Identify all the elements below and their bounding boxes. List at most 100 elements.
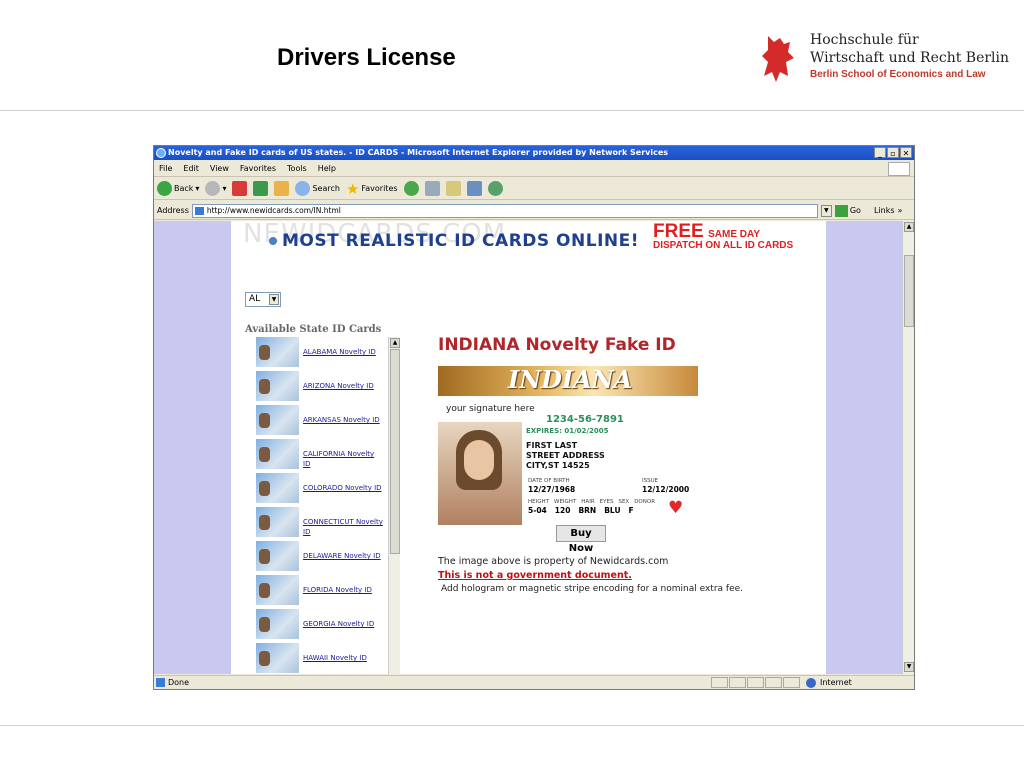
menu-view[interactable]: View: [210, 161, 229, 176]
forward-button[interactable]: ▾: [205, 180, 226, 198]
home-button[interactable]: [274, 180, 290, 198]
state-list-scrollbar[interactable]: ▲: [388, 337, 400, 674]
university-logo: Hochschule für Wirtschaft und Recht Berl…: [760, 30, 1009, 90]
mail-button[interactable]: [424, 180, 440, 198]
stop-icon: [232, 181, 248, 196]
address-input[interactable]: http://www.newidcards.com/IN.html: [191, 203, 818, 218]
card-header: INDIANA: [438, 365, 698, 396]
history-icon: [403, 181, 419, 196]
hologram-note: Add hologram or magnetic stripe encoding…: [441, 584, 744, 594]
list-item[interactable]: GEORGIA Novelty ID: [253, 609, 388, 643]
stat-values: 5-04 120 BRN BLU F: [528, 506, 634, 515]
back-arrow-icon: [157, 181, 172, 196]
dob-value: 12/27/1968: [528, 485, 576, 494]
address-dropdown-icon[interactable]: ▼: [820, 204, 832, 217]
list-item[interactable]: FLORIDA Novelty ID: [253, 575, 388, 609]
buy-now-button[interactable]: Buy Now: [556, 525, 606, 554]
windows-logo-icon: [888, 162, 910, 176]
card-thumbnail: [256, 575, 299, 605]
berlin-bear-icon: [762, 36, 794, 82]
print-icon: [445, 181, 461, 196]
logo-line-3: Berlin School of Economics and Law: [810, 69, 986, 80]
window-title: Novelty and Fake ID cards of US states. …: [168, 148, 669, 157]
menu-favorites[interactable]: Favorites: [240, 161, 276, 176]
id-card-image: INDIANA your signature here 1234-56-7891…: [438, 365, 698, 526]
property-note: The image above is property of Newidcard…: [438, 556, 669, 567]
scroll-up-icon[interactable]: ▲: [904, 222, 914, 232]
card-thumbnail: [256, 507, 299, 537]
scroll-down-icon[interactable]: ▼: [904, 662, 914, 672]
list-item[interactable]: ARKANSAS Novelty ID: [253, 405, 388, 439]
card-thumbnail: [256, 371, 299, 401]
toolbar: Back ▾ ▾ Search ★ Favorites: [154, 178, 914, 200]
security-zone: Internet: [804, 676, 852, 690]
page-icon: [156, 678, 165, 687]
forward-arrow-icon: [205, 181, 221, 196]
card-expires: EXPIRES: 01/02/2005: [526, 427, 609, 435]
refresh-button[interactable]: [253, 180, 269, 198]
chevron-down-icon: ▼: [269, 294, 279, 305]
card-body: your signature here 1234-56-7891 EXPIRES…: [438, 396, 698, 526]
chevron-right-icon[interactable]: »: [898, 206, 903, 215]
list-item[interactable]: ALABAMA Novelty ID: [253, 337, 388, 371]
card-photo: [438, 422, 522, 525]
issue-label: ISSUE: [642, 478, 659, 484]
go-button[interactable]: Go: [834, 204, 861, 217]
menu-tools[interactable]: Tools: [287, 161, 307, 176]
menu-edit[interactable]: Edit: [183, 161, 199, 176]
minimize-button[interactable]: _: [874, 147, 886, 158]
page-scrollbar[interactable]: ▲ ▼: [902, 221, 914, 674]
card-thumbnail: [256, 541, 299, 571]
refresh-icon: [253, 181, 269, 196]
print-button[interactable]: [445, 180, 461, 198]
card-thumbnail: [256, 439, 299, 469]
maximize-button[interactable]: ▫: [887, 147, 899, 158]
status-text: Done: [168, 678, 190, 687]
menu-help[interactable]: Help: [318, 161, 336, 176]
card-thumbnail: [256, 405, 299, 435]
list-item[interactable]: CALIFORNIA Novelty ID: [253, 439, 388, 473]
star-icon: ★: [345, 179, 360, 198]
menu-bar: File Edit View Favorites Tools Help: [154, 161, 914, 177]
card-signature: your signature here: [446, 404, 535, 414]
close-button[interactable]: ✕: [900, 147, 912, 158]
list-item[interactable]: COLORADO Novelty ID: [253, 473, 388, 507]
list-item[interactable]: HAWAII Novelty ID: [253, 643, 388, 674]
scroll-thumb[interactable]: [390, 349, 400, 554]
stop-button[interactable]: [232, 180, 248, 198]
scroll-up-icon[interactable]: ▲: [390, 338, 400, 348]
available-states-heading: Available State ID Cards: [245, 324, 382, 335]
card-thumbnail: [256, 609, 299, 639]
links-button[interactable]: Links: [874, 206, 895, 215]
state-select[interactable]: AL ▼: [245, 292, 281, 307]
scroll-thumb[interactable]: [904, 255, 914, 327]
back-button[interactable]: Back ▾: [157, 180, 199, 198]
ie-icon: [156, 148, 166, 158]
card-thumbnail: [256, 337, 299, 367]
list-item[interactable]: DELAWARE Novelty ID: [253, 541, 388, 575]
favorites-button[interactable]: ★ Favorites: [346, 180, 398, 198]
home-icon: [274, 181, 290, 196]
logo-line-1: Hochschule für: [810, 32, 919, 48]
not-government-link[interactable]: This is not a government document.: [438, 570, 632, 581]
dob-label: DATE OF BIRTH: [528, 478, 570, 484]
free-dispatch-ad[interactable]: FREE SAME DAY DISPATCH ON ALL ID CARDS: [653, 221, 793, 251]
card-address: FIRST LAST STREET ADDRESS CITY,ST 14525: [526, 441, 605, 470]
address-bar: Address http://www.newidcards.com/IN.htm…: [154, 202, 914, 220]
messenger-button[interactable]: [487, 180, 503, 198]
state-list: ALABAMA Novelty ID ARIZONA Novelty ID AR…: [253, 337, 388, 674]
slide-title: Drivers License: [277, 44, 456, 71]
card-number: 1234-56-7891: [546, 414, 624, 425]
mail-icon: [424, 181, 440, 196]
globe-icon: [806, 678, 816, 688]
list-item[interactable]: ARIZONA Novelty ID: [253, 371, 388, 405]
menu-file[interactable]: File: [159, 161, 172, 176]
web-page: NEWIDCARDS.COM MOST REALISTIC ID CARDS O…: [231, 221, 826, 674]
edit-button[interactable]: [466, 180, 482, 198]
list-item[interactable]: CONNECTICUT Novelty ID: [253, 507, 388, 541]
browser-window: Novelty and Fake ID cards of US states. …: [153, 145, 915, 690]
address-label: Address: [157, 206, 189, 215]
history-button[interactable]: [403, 180, 419, 198]
search-button[interactable]: Search: [295, 180, 340, 198]
card-thumbnail: [256, 643, 299, 673]
